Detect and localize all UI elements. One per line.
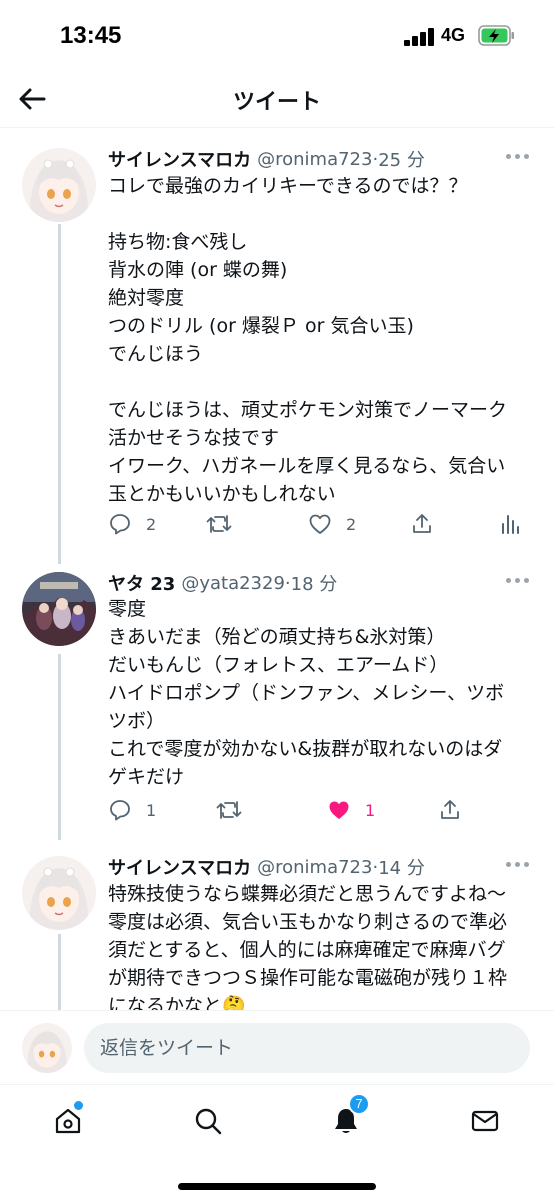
header: ツイート <box>0 70 554 128</box>
cellular-signal-icon <box>404 28 436 46</box>
tweet-line: ハイドロポンプ（ドンファン、メレシー、ツボ <box>108 682 505 704</box>
more-options-icon[interactable] <box>506 154 530 160</box>
analytics-icon <box>502 515 519 534</box>
tweet-line: 玉とかもいいかもしれない <box>108 483 336 505</box>
avatar[interactable] <box>22 856 96 930</box>
share-button[interactable] <box>438 795 462 825</box>
avatar[interactable] <box>22 572 96 646</box>
search-icon <box>195 1108 222 1135</box>
display-name[interactable]: サイレンスマロカ <box>108 146 251 172</box>
tweet-line: きあいだま（殆どの頑丈持ち&氷対策） <box>108 626 446 648</box>
new-content-dot <box>74 1101 83 1110</box>
network-type: 4G <box>441 25 466 45</box>
tab-bar: 7 <box>0 1084 554 1200</box>
user-handle[interactable]: @ronima723 <box>257 857 372 878</box>
tweet-line: つのドリル (or 爆裂Ｐ or 気合い玉) <box>108 315 414 337</box>
share-icon <box>441 800 459 819</box>
analytics-button[interactable] <box>498 509 522 539</box>
reply-count: 2 <box>146 514 157 534</box>
tab-home[interactable] <box>48 1101 88 1141</box>
tweet-line: ツボ） <box>108 710 166 732</box>
status-time: 13:45 <box>60 22 122 49</box>
more-options-icon[interactable] <box>506 862 530 868</box>
tweet-line: になるかなと🤔 <box>108 995 246 1010</box>
tweet-header: ヤタ 23 @yata2329 · 18 分 <box>108 568 337 598</box>
tweet-line: 零度は必須、気合い玉もかなり刺さるので準必 <box>108 911 508 933</box>
like-button[interactable]: 2 <box>308 509 356 539</box>
status-bar: 13:45 4G <box>0 0 554 70</box>
tweet-line: 活かせそうな技です <box>108 427 280 449</box>
tweet-line: これで零度が効かない&抜群が取れないのはダ <box>108 738 503 760</box>
tweet-line: ゲキだけ <box>108 766 185 788</box>
tweet-actions: 1 1 <box>108 795 528 825</box>
heart-filled-icon <box>329 801 349 819</box>
tweet-text: 零度 きあいだま（殆どの頑丈持ち&氷対策） だいもんじ（フォレトス、エアームド）… <box>108 595 536 791</box>
tweet-line <box>108 368 536 396</box>
tweet-text: 特殊技使うなら蝶舞必須だと思うんですよね〜 零度は必須、気合い玉もかなり刺さるの… <box>108 880 536 1010</box>
like-count: 2 <box>346 514 357 534</box>
tweet-line: 特殊技使うなら蝶舞必須だと思うんですよね〜 <box>108 883 507 905</box>
tweet-time: 14 分 <box>378 858 425 879</box>
tweet-line: でんじほうは、頑丈ポケモン対策でノーマーク <box>108 399 508 421</box>
page-title: ツイート <box>232 90 321 115</box>
user-handle[interactable]: @ronima723 <box>257 149 372 170</box>
notification-count-badge: 7 <box>348 1093 370 1115</box>
tweet-line: が期待できつつＳ操作可能な電磁砲が残り１枠 <box>108 967 508 989</box>
my-avatar[interactable] <box>22 1023 72 1073</box>
heart-icon <box>309 514 331 534</box>
tweet-line: 零度 <box>108 598 147 620</box>
reply-count: 1 <box>146 800 157 820</box>
mail-icon <box>471 1110 499 1132</box>
tab-search[interactable] <box>188 1101 228 1141</box>
retweet-icon <box>206 515 232 533</box>
avatar[interactable] <box>22 148 96 222</box>
home-indicator <box>178 1183 376 1190</box>
retweet-button[interactable] <box>216 795 242 825</box>
reply-button[interactable]: 1 <box>108 795 156 825</box>
reply-button[interactable]: 2 <box>108 509 156 539</box>
tweet-line: 絶対零度 <box>108 287 185 309</box>
retweet-button[interactable] <box>206 509 232 539</box>
share-button[interactable] <box>410 509 434 539</box>
tweet-line: イワーク、ハガネールを厚く見るなら、気合い <box>108 455 506 477</box>
more-options-icon[interactable] <box>506 578 530 584</box>
tweet-line: 須だとすると、個人的には麻痺確定で麻痺バグ <box>108 939 506 961</box>
tweet-line: 背水の陣 (or 蝶の舞) <box>108 259 288 281</box>
tweet-header: サイレンスマロカ @ronima723 · 25 分 <box>108 144 425 174</box>
tweet-line: 持ち物:食べ残し <box>108 231 248 253</box>
tweet-header: サイレンスマロカ @ronima723 · 14 分 <box>108 852 425 882</box>
share-icon <box>413 514 431 533</box>
tweet-time: 25 分 <box>378 150 425 171</box>
user-handle[interactable]: @yata2329 <box>181 573 285 594</box>
reply-icon <box>110 514 130 535</box>
reply-bar: 返信をツイート <box>0 1010 554 1084</box>
tweet-line: でんじほう <box>108 343 204 365</box>
tweet-actions: 2 2 <box>108 509 528 539</box>
reply-input[interactable]: 返信をツイート <box>84 1023 530 1073</box>
tweet-time: 18 分 <box>290 574 338 595</box>
retweet-icon <box>216 801 242 819</box>
battery-charging-icon <box>478 25 514 46</box>
like-button[interactable]: 1 <box>327 795 375 825</box>
tweet-text: コレで最強のカイリキーできるのでは？？ 持ち物:食べ残し 背水の陣 (or 蝶の… <box>108 172 536 508</box>
tweet-line: コレで最強のカイリキーできるのでは？？ <box>108 175 468 197</box>
tweet-line <box>108 200 536 228</box>
tweet[interactable]: ヤタ 23 @yata2329 · 18 分 零度 きあいだま（殆どの頑丈持ち&… <box>0 568 554 838</box>
display-name[interactable]: ヤタ 23 <box>108 570 175 596</box>
tab-messages[interactable] <box>465 1101 505 1141</box>
tweet[interactable]: サイレンスマロカ @ronima723 · 14 分 特殊技使うなら蝶舞必須だと… <box>0 852 554 1010</box>
reply-icon <box>110 800 130 821</box>
tweet[interactable]: サイレンスマロカ @ronima723 · 25 分 コレで最強のカイリキーでき… <box>0 144 554 562</box>
home-icon <box>55 1108 81 1134</box>
tab-notifications[interactable]: 7 <box>326 1093 370 1141</box>
like-count: 1 <box>365 800 376 820</box>
display-name[interactable]: サイレンスマロカ <box>108 854 251 880</box>
tweet-line: だいもんじ（フォレトス、エアームド） <box>108 654 449 676</box>
